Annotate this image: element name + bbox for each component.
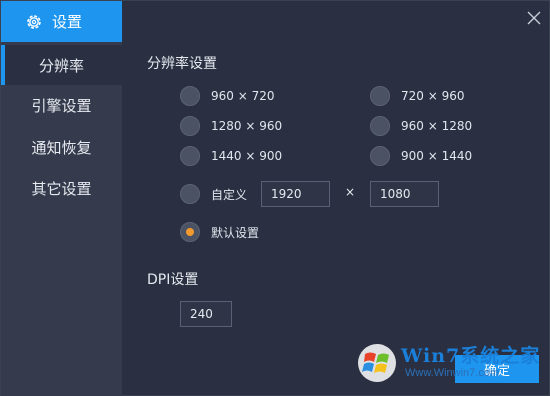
sidebar-item-label: 分辨率 bbox=[38, 56, 84, 75]
radio-label: 1440 × 900 bbox=[211, 149, 283, 163]
radio-label: 720 × 960 bbox=[401, 89, 465, 103]
radio-960x1280[interactable]: 960 × 1280 bbox=[370, 116, 472, 136]
radio-960x720[interactable]: 960 × 720 bbox=[180, 86, 275, 106]
sidebar-title: 设置 bbox=[52, 13, 83, 31]
radio-button[interactable] bbox=[370, 86, 390, 106]
radio-label: 默认设置 bbox=[211, 225, 260, 240]
radio-label: 自定义 bbox=[211, 187, 248, 202]
sidebar-item-label: 通知恢复 bbox=[31, 138, 92, 157]
radio-button[interactable] bbox=[370, 116, 390, 136]
watermark-url: Www.Winwin7.com bbox=[405, 367, 500, 379]
radio-label: 960 × 720 bbox=[211, 89, 275, 103]
sidebar-item-resolution[interactable]: 分辨率 bbox=[1, 45, 122, 85]
radio-label: 900 × 1440 bbox=[401, 149, 473, 163]
radio-1440x900[interactable]: 1440 × 900 bbox=[180, 146, 282, 166]
sidebar-item-other[interactable]: 其它设置 bbox=[1, 168, 122, 208]
radio-button[interactable] bbox=[180, 86, 200, 106]
watermark-text: Win7系统之家 bbox=[401, 345, 541, 367]
custom-height-input[interactable]: 1080 bbox=[370, 181, 439, 207]
times-sign: × bbox=[345, 185, 356, 199]
radio-button-checked[interactable] bbox=[180, 222, 200, 242]
radio-1280x960[interactable]: 1280 × 960 bbox=[180, 116, 282, 136]
resolution-section-title: 分辨率设置 bbox=[147, 56, 217, 72]
radio-720x960[interactable]: 720 × 960 bbox=[370, 86, 465, 106]
dpi-section-title: DPI设置 bbox=[147, 272, 199, 288]
sidebar-item-engine[interactable]: 引擎设置 bbox=[1, 85, 122, 125]
dpi-input[interactable]: 240 bbox=[180, 301, 232, 327]
custom-width-input[interactable]: 1920 bbox=[261, 181, 330, 207]
radio-default[interactable]: 默认设置 bbox=[180, 222, 259, 242]
radio-label: 960 × 1280 bbox=[401, 119, 473, 133]
radio-button[interactable] bbox=[180, 184, 200, 204]
radio-label: 1280 × 960 bbox=[211, 119, 283, 133]
sidebar-item-label: 引擎设置 bbox=[31, 96, 92, 115]
gear-icon bbox=[25, 13, 43, 31]
radio-custom[interactable]: 自定义 bbox=[180, 184, 247, 204]
sidebar: 设置 分辨率 引擎设置 通知恢复 其它设置 bbox=[1, 1, 122, 396]
close-icon[interactable] bbox=[525, 9, 543, 27]
sidebar-item-label: 其它设置 bbox=[31, 179, 92, 198]
radio-button[interactable] bbox=[370, 146, 390, 166]
radio-900x1440[interactable]: 900 × 1440 bbox=[370, 146, 472, 166]
sidebar-header: 设置 bbox=[1, 1, 122, 42]
windows-logo-icon bbox=[358, 344, 396, 382]
sidebar-item-notification[interactable]: 通知恢复 bbox=[1, 127, 122, 167]
radio-button[interactable] bbox=[180, 146, 200, 166]
watermark: Win7系统之家 Www.Winwin7.com bbox=[353, 335, 547, 389]
radio-button[interactable] bbox=[180, 116, 200, 136]
settings-dialog: 设置 分辨率 引擎设置 通知恢复 其它设置 分辨率设置 960 × 720 72… bbox=[0, 0, 550, 396]
